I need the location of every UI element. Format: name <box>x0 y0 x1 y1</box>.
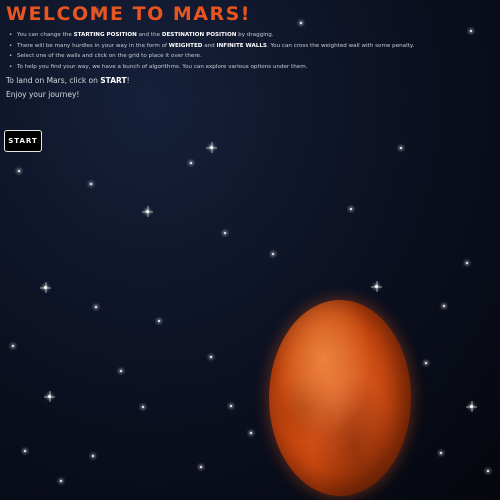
instruction-text: You can change the <box>17 32 74 38</box>
star-icon <box>92 455 94 457</box>
star-icon <box>230 405 232 407</box>
star-icon <box>440 452 442 454</box>
start-button[interactable]: START <box>4 130 42 152</box>
star-icon <box>224 232 226 234</box>
star-icon <box>120 370 122 372</box>
star-icon <box>272 253 274 255</box>
instruction-item: There will be many hurdles in your way i… <box>9 41 496 52</box>
page-title: WELCOME TO MARS! <box>6 3 251 25</box>
instruction-text: by dragging. <box>236 32 274 38</box>
star-icon <box>443 305 445 307</box>
star-icon <box>18 170 20 172</box>
star-icon <box>48 395 51 398</box>
star-icon <box>375 285 378 288</box>
instruction-list: You can change the STARTING POSITION and… <box>6 30 496 72</box>
instruction-text: Select one of the walls and click on the… <box>17 53 202 60</box>
star-icon <box>24 450 26 452</box>
star-icon <box>470 405 473 408</box>
star-icon <box>425 362 427 364</box>
star-icon <box>466 262 468 264</box>
instruction-item: You can change the STARTING POSITION and… <box>9 30 496 41</box>
star-icon <box>200 466 202 468</box>
star-icon <box>12 345 14 347</box>
star-icon <box>210 356 212 358</box>
star-icon <box>142 406 144 408</box>
star-icon <box>350 208 352 210</box>
instruction-highlight: INFINITE WALLS <box>216 42 267 49</box>
land-text: To land on Mars, click on <box>6 76 101 86</box>
star-icon <box>44 286 47 289</box>
mars-planet-icon <box>269 300 411 496</box>
star-icon <box>158 320 160 322</box>
instruction-text: and the <box>136 32 162 38</box>
star-icon <box>250 432 252 434</box>
land-text-end: ! <box>126 76 130 86</box>
space-background: WELCOME TO MARS! You can change the STAR… <box>0 0 500 500</box>
instruction-item: To help you find your way, we have a bun… <box>9 62 496 73</box>
instruction-text: and <box>202 42 217 49</box>
star-icon <box>190 162 192 164</box>
star-icon <box>210 146 213 149</box>
instruction-text: There will be many hurdles in your way i… <box>17 42 169 49</box>
instruction-text: To help you find your way, we have a bun… <box>17 63 308 70</box>
instruction-item: Select one of the walls and click on the… <box>9 51 496 62</box>
star-icon <box>95 306 97 308</box>
star-icon <box>400 147 402 149</box>
star-icon <box>146 210 149 213</box>
star-icon <box>90 183 92 185</box>
intro-panel: WELCOME TO MARS! You can change the STAR… <box>6 2 496 102</box>
star-icon <box>60 480 62 482</box>
enjoy-text: Enjoy your journey! <box>6 90 80 100</box>
land-instruction: To land on Mars, click on START! <box>6 74 496 88</box>
star-icon <box>487 470 489 472</box>
instruction-highlight: DESTINATION POSITION <box>161 32 237 38</box>
instruction-highlight: STARTING POSITION <box>73 32 137 38</box>
instruction-text: . You can cross the weighted wall with s… <box>266 42 415 49</box>
instruction-highlight: WEIGHTED <box>168 42 203 49</box>
land-start-highlight: START <box>100 76 127 86</box>
